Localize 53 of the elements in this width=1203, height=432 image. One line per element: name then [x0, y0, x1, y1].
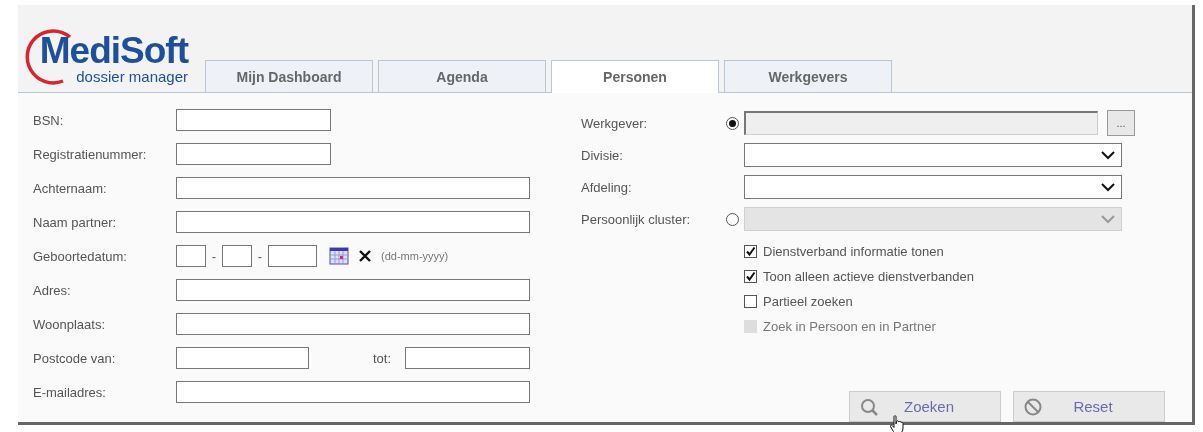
reset-button[interactable]: Reset: [1013, 391, 1165, 422]
clear-icon: [359, 250, 371, 262]
chevron-down-icon: [1101, 182, 1115, 192]
checkbox[interactable]: [744, 270, 757, 283]
chevron-down-icon: [1101, 214, 1115, 224]
input-field[interactable]: [176, 381, 530, 403]
input-field[interactable]: [176, 279, 530, 301]
field-label: Postcode van:: [33, 350, 117, 366]
logo-tagline: dossier manager: [76, 69, 188, 84]
date-separator: -: [256, 248, 264, 264]
field-label: Woonplaats:: [33, 316, 107, 332]
field-label: BSN:: [33, 112, 65, 128]
format-hint: (dd-mm-yyyy): [381, 250, 449, 262]
field-label: Achternaam:: [33, 180, 108, 196]
chevron-down-icon: [1101, 150, 1115, 160]
tab[interactable]: Mijn Dashboard: [205, 60, 373, 92]
input-field[interactable]: [176, 177, 530, 199]
input-field[interactable]: [176, 347, 309, 369]
field-label: Persoonlijk cluster:: [581, 211, 692, 227]
month-field[interactable]: [222, 245, 252, 267]
input-field[interactable]: [176, 109, 331, 131]
year-field[interactable]: [268, 245, 317, 267]
field-label: E-mailadres:: [33, 384, 107, 400]
calendar-icon: [329, 247, 349, 265]
checkbox[interactable]: [744, 245, 757, 258]
logo-text: MediSoft: [39, 33, 188, 69]
input-field[interactable]: [176, 143, 331, 165]
checkbox-label: Partieel zoeken: [763, 294, 853, 309]
day-field[interactable]: [176, 245, 206, 267]
field-label: Geboortedatum:: [33, 248, 128, 264]
checkbox-label: Dienstverband informatie tonen: [763, 244, 944, 259]
checkbox-label: Toon alleen actieve dienstverbanden: [763, 269, 975, 284]
field-label: Werkgever:: [581, 115, 649, 131]
dropdown[interactable]: [744, 175, 1122, 199]
input-field[interactable]: [176, 211, 530, 233]
field-label: Naam partner:: [33, 214, 118, 230]
date-separator: -: [210, 248, 218, 264]
field-label: Divisie:: [581, 147, 624, 163]
field-label: Adres:: [33, 282, 72, 298]
checkbox-label: Zoek in Persoon en in Partner: [763, 319, 936, 334]
checkbox[interactable]: [744, 295, 757, 308]
input-field[interactable]: [405, 347, 530, 369]
tab[interactable]: Personen: [551, 60, 719, 93]
field-label: tot:: [371, 350, 392, 366]
prohibited-icon: [1024, 397, 1042, 416]
tab[interactable]: Agenda: [378, 60, 546, 92]
field-label: Afdeling:: [581, 179, 633, 195]
input-field[interactable]: [176, 313, 530, 335]
field-label: Registratienummer:: [33, 146, 148, 162]
search-icon: [860, 397, 878, 416]
search-button[interactable]: Zoeken: [849, 391, 1001, 422]
tab[interactable]: Werkgevers: [724, 60, 892, 92]
dropdown[interactable]: [744, 143, 1122, 167]
